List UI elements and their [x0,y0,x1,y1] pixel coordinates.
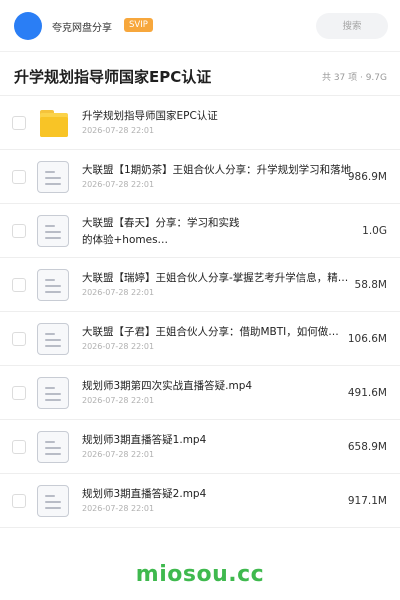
file-size: 106.6M [347,333,387,345]
watermark: miosou.cc [135,562,265,587]
file-date: 2026-07-28 22:01 [82,396,155,405]
list-item[interactable]: 大联盟【春天】分享：学习和实践的体验+homes… 1.0G [0,204,400,258]
file-size: 58.8M [354,279,387,291]
select-checkbox[interactable] [12,494,26,508]
file-name: 大联盟【春天】分享：学习和实践的体验+homes… [82,217,240,246]
file-name: 大联盟【子君】王姐合伙人分享：借助MBTI，如何做… [82,326,339,338]
select-checkbox[interactable] [12,332,26,346]
file-date: 2026-07-28 22:01 [82,504,155,513]
list-item[interactable]: 大联盟【1期奶茶】王姐合伙人分享：升学规划学习和落地 2026-07-28 22… [0,150,400,204]
document-icon [37,323,69,355]
select-checkbox[interactable] [12,440,26,454]
list-item[interactable]: 大联盟【瑞婷】王姐合伙人分享-掌握艺考升学信息，精准… 2026-07-28 2… [0,258,400,312]
app-header: 夸克网盘分享 SVIP [0,0,400,52]
avatar[interactable] [14,12,42,40]
svip-badge: SVIP [124,18,153,32]
file-date: 2026-07-28 22:01 [82,342,155,351]
file-date: 2026-07-28 22:01 [82,126,155,135]
search-box[interactable] [316,13,388,39]
select-checkbox[interactable] [12,224,26,238]
file-name: 规划师3期直播答疑2.mp4 [82,488,207,500]
file-size: 917.1M [347,495,387,507]
file-name: 大联盟【瑞婷】王姐合伙人分享-掌握艺考升学信息，精准… [82,272,356,284]
select-checkbox[interactable] [12,278,26,292]
document-icon [37,269,69,301]
file-date: 2026-07-28 22:01 [82,450,155,459]
folder-icon [37,107,69,139]
file-name: 大联盟【1期奶茶】王姐合伙人分享：升学规划学习和落地 [82,164,352,176]
file-date: 2026-07-28 22:01 [82,288,155,297]
file-size: 1.0G [362,225,387,237]
select-checkbox[interactable] [12,386,26,400]
list-item[interactable]: 规划师3期第四次实战直播答疑.mp4 2026-07-28 22:01 491.… [0,366,400,420]
file-name: 升学规划指导师国家EPC认证 [82,110,218,122]
share-title: 夸克网盘分享 [52,23,112,34]
search-input[interactable] [316,13,388,39]
document-icon [37,485,69,517]
select-checkbox[interactable] [12,170,26,184]
document-icon [37,377,69,409]
list-item[interactable]: 大联盟【子君】王姐合伙人分享：借助MBTI，如何做… 2026-07-28 22… [0,312,400,366]
file-list: 升学规划指导师国家EPC认证 2026-07-28 22:01 大联盟【1期奶茶… [0,95,400,528]
list-item[interactable]: 规划师3期直播答疑1.mp4 2026-07-28 22:01 658.9M [0,420,400,474]
file-size: 491.6M [347,387,387,399]
file-date: 2026-07-28 22:01 [82,180,155,189]
document-icon [37,161,69,193]
document-icon [37,215,69,247]
file-size: 658.9M [347,441,387,453]
document-icon [37,431,69,463]
file-name: 规划师3期第四次实战直播答疑.mp4 [82,380,253,392]
folder-meta: 共 37 项 · 9.7G [321,73,387,83]
file-name: 规划师3期直播答疑1.mp4 [82,434,207,446]
page-title: 升学规划指导师国家EPC认证 [14,68,212,86]
list-item[interactable]: 升学规划指导师国家EPC认证 2026-07-28 22:01 [0,96,400,150]
file-size: 986.9M [347,171,387,183]
list-item[interactable]: 规划师3期直播答疑2.mp4 2026-07-28 22:01 917.1M [0,474,400,528]
select-checkbox[interactable] [12,116,26,130]
